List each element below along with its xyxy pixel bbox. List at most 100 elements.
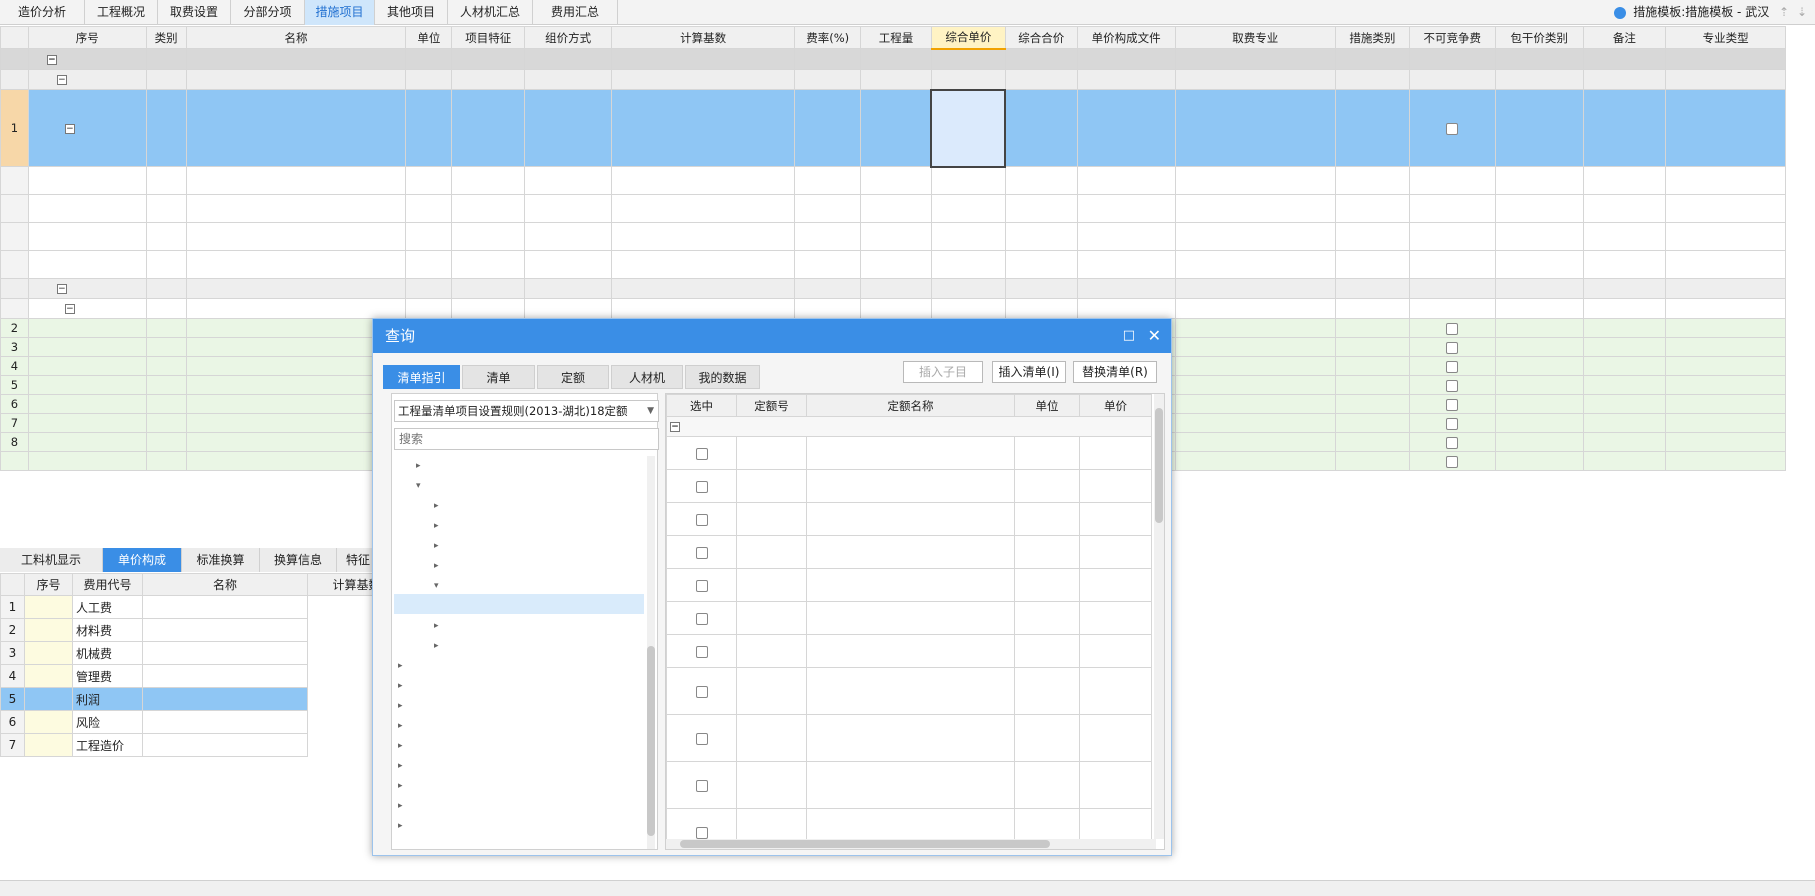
tree-item[interactable]: ▸ <box>434 494 448 514</box>
remark-cell[interactable] <box>1582 432 1667 452</box>
quota-vscrollbar[interactable] <box>1154 394 1164 839</box>
fee-profession-cell[interactable] <box>1174 166 1336 195</box>
non-competitive-cell[interactable] <box>1408 298 1496 319</box>
quota-group-cell[interactable]: − <box>666 416 1152 437</box>
collapsed-arrow-icon[interactable]: ▸ <box>416 456 430 476</box>
checkbox[interactable] <box>695 826 708 839</box>
tree-item[interactable]: ▸ <box>398 794 412 814</box>
features-cell[interactable] <box>451 166 526 195</box>
replace-list-button[interactable]: 替换清单(R) <box>1073 361 1157 383</box>
measure-type-cell[interactable] <box>1334 278 1410 299</box>
lump-type-cell[interactable] <box>1494 298 1584 319</box>
measure-type-cell[interactable] <box>1334 166 1410 195</box>
fee-code-cell[interactable] <box>24 687 73 711</box>
tree-item[interactable]: ▸ <box>398 754 412 774</box>
tab-3[interactable]: 分部分项 <box>231 0 305 25</box>
fee-name-cell[interactable]: 机械费 <box>72 641 143 665</box>
rate-cell[interactable] <box>794 69 862 90</box>
item-code-cell[interactable] <box>27 432 147 452</box>
row-number[interactable]: 4 <box>0 356 29 376</box>
checkbox[interactable] <box>695 546 708 559</box>
row-number[interactable]: 5 <box>0 375 29 395</box>
bottom-tab-2[interactable]: 标准换算 <box>182 548 260 572</box>
calc-base-cell[interactable] <box>610 48 796 70</box>
rate-cell[interactable] <box>794 278 862 299</box>
tree-item[interactable]: ▾ <box>416 474 430 494</box>
lump-type-cell[interactable] <box>1494 394 1584 414</box>
header-method[interactable]: 组价方式 <box>524 26 612 49</box>
row-number[interactable]: 5 <box>0 687 25 711</box>
dialog-tab-0[interactable]: 清单指引 <box>383 365 460 389</box>
item-code-cell[interactable]: − <box>27 298 147 319</box>
row-number[interactable] <box>0 298 29 319</box>
calc-base-cell[interactable] <box>142 664 308 688</box>
select-cell[interactable] <box>666 634 737 668</box>
collapsed-arrow-icon[interactable]: ▸ <box>398 656 412 676</box>
bottom-header-2[interactable]: 名称 <box>142 573 308 596</box>
name-cell[interactable] <box>185 69 407 90</box>
calc-base-cell[interactable] <box>142 641 308 665</box>
tree-item[interactable] <box>394 594 644 614</box>
unit-price-cell[interactable] <box>930 166 1006 195</box>
method-cell[interactable] <box>524 250 612 279</box>
fee-profession-cell[interactable] <box>1174 48 1336 70</box>
profession-type-cell[interactable] <box>1665 194 1786 223</box>
rate-cell[interactable] <box>794 89 862 167</box>
expanded-arrow-icon[interactable]: ▾ <box>416 476 430 496</box>
profession-type-cell[interactable] <box>1665 451 1786 471</box>
insert-list-button[interactable]: 插入清单(I) <box>992 361 1066 383</box>
table-row[interactable] <box>0 250 1786 279</box>
row-number[interactable]: 6 <box>0 710 25 734</box>
unit-price-cell[interactable] <box>930 250 1006 279</box>
rule-select[interactable]: 工程量清单项目设置规则(2013-湖北)18定额 ▼ <box>394 400 659 422</box>
header-calc-base[interactable]: 计算基数 <box>610 26 796 49</box>
select-cell[interactable] <box>666 469 737 503</box>
fee-name-cell[interactable]: 管理费 <box>72 664 143 688</box>
fee-profession-cell[interactable] <box>1174 69 1336 90</box>
item-code-cell[interactable] <box>27 413 147 433</box>
name-cell[interactable] <box>185 48 407 70</box>
fee-profession-cell[interactable] <box>1174 432 1336 452</box>
fee-code-cell[interactable] <box>24 641 73 665</box>
calc-base-cell[interactable] <box>142 710 308 734</box>
tree-item[interactable]: ▸ <box>398 654 412 674</box>
quota-row[interactable] <box>666 601 1152 635</box>
header-fee-profession[interactable]: 取费专业 <box>1174 26 1336 49</box>
remark-cell[interactable] <box>1582 375 1667 395</box>
rate-cell[interactable] <box>794 222 862 251</box>
fee-profession-cell[interactable] <box>1174 278 1336 299</box>
remark-cell[interactable] <box>1582 394 1667 414</box>
checkbox[interactable] <box>1446 122 1459 135</box>
quantity-cell[interactable] <box>860 298 932 319</box>
lump-type-cell[interactable] <box>1494 318 1584 338</box>
row-number[interactable] <box>0 222 29 251</box>
measure-type-cell[interactable] <box>1334 451 1410 471</box>
profession-type-cell[interactable] <box>1665 48 1786 70</box>
non-competitive-cell[interactable] <box>1408 337 1496 357</box>
fee-profession-cell[interactable] <box>1174 89 1336 167</box>
measure-type-cell[interactable] <box>1334 298 1410 319</box>
collapsed-arrow-icon[interactable]: ▸ <box>398 796 412 816</box>
quota-group-row[interactable]: − <box>666 416 1152 437</box>
table-row[interactable]: 3 机械费 <box>0 641 406 665</box>
calc-base-cell[interactable] <box>610 69 796 90</box>
select-cell[interactable] <box>666 714 737 762</box>
profession-type-cell[interactable] <box>1665 432 1786 452</box>
collapse-icon[interactable]: − <box>56 284 67 294</box>
table-row[interactable]: − <box>0 69 1786 90</box>
lump-type-cell[interactable] <box>1494 89 1584 167</box>
header-name[interactable]: 名称 <box>185 26 407 49</box>
template-indicator[interactable]: 措施模板:措施模板 - 武汉 ⇡ ⇣ <box>1614 0 1815 25</box>
method-cell[interactable] <box>524 69 612 90</box>
unit-price-cell[interactable] <box>930 298 1006 319</box>
quantity-cell[interactable] <box>860 194 932 223</box>
checkbox[interactable] <box>695 779 708 792</box>
name-cell[interactable] <box>185 89 407 167</box>
price-file-cell[interactable] <box>1076 166 1176 195</box>
checkbox[interactable] <box>1446 360 1459 373</box>
header-price-file[interactable]: 单价构成文件 <box>1076 26 1176 49</box>
expanded-arrow-icon[interactable]: ▾ <box>434 576 448 596</box>
features-cell[interactable] <box>451 69 526 90</box>
table-row[interactable]: 6 风险 <box>0 710 406 734</box>
checkbox[interactable] <box>695 480 708 493</box>
